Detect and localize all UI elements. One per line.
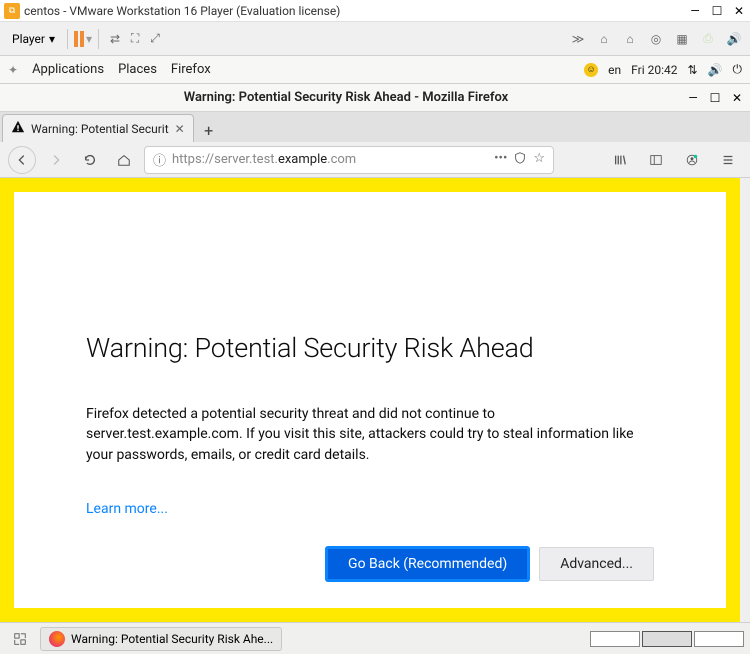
maximize-button[interactable]: ☐: [710, 4, 724, 18]
activities-icon[interactable]: ✦: [8, 63, 18, 77]
places-menu[interactable]: Places: [118, 62, 157, 77]
url-text: https://server.test.example.com: [172, 152, 488, 167]
active-app[interactable]: Firefox: [171, 62, 211, 77]
taskbar-window-label: Warning: Potential Security Risk Ahe...: [71, 632, 273, 646]
vmware-toolbar: Player ▾ ▾ ⇄ ⛶ ⤢ ≫ ⌂ ⌂ ◎ ▦ ⎙ 🔊: [0, 22, 750, 56]
library-icon[interactable]: [606, 146, 634, 174]
unity-icon[interactable]: ⤢: [145, 29, 165, 49]
usb-icon[interactable]: ▦: [672, 29, 692, 49]
close-button[interactable]: ✕: [732, 4, 746, 18]
gnome-top-panel: ✦ Applications Places Firefox ☺ en Fri 2…: [0, 56, 750, 84]
account-icon[interactable]: [678, 146, 706, 174]
menu-button[interactable]: [714, 146, 742, 174]
sound-icon[interactable]: 🔊: [724, 29, 744, 49]
player-label: Player: [12, 32, 45, 46]
fullscreen-icon[interactable]: ⛶: [125, 29, 145, 49]
browser-tab[interactable]: Warning: Potential Securit ✕: [2, 114, 194, 142]
player-menu[interactable]: Player ▾: [6, 30, 61, 48]
cd-icon[interactable]: ⌂: [620, 29, 640, 49]
advanced-button[interactable]: Advanced...: [539, 547, 654, 581]
site-info-icon[interactable]: ⓘ: [153, 150, 166, 169]
firefox-window-title: Warning: Potential Security Risk Ahead -…: [6, 90, 686, 105]
url-bar[interactable]: ⓘ https://server.test.example.com ••• ☆: [144, 146, 554, 174]
applications-menu[interactable]: Applications: [32, 62, 104, 77]
pause-button[interactable]: [74, 31, 84, 47]
printer-icon[interactable]: ⎙: [698, 29, 718, 49]
network-icon[interactable]: ◎: [646, 29, 666, 49]
warning-body: Firefox detected a potential security th…: [86, 404, 654, 465]
tracking-icon[interactable]: [513, 151, 527, 169]
warning-heading: Warning: Potential Security Risk Ahead: [86, 332, 654, 364]
reload-button[interactable]: [76, 146, 104, 174]
bookmark-icon[interactable]: ☆: [533, 151, 545, 169]
tab-title: Warning: Potential Securit: [31, 122, 169, 136]
forward-button: [42, 146, 70, 174]
vmware-title-bar: ⧉ centos - VMware Workstation 16 Player …: [0, 0, 750, 22]
close-tab-icon[interactable]: ✕: [175, 122, 185, 136]
devices-icon[interactable]: ≫: [568, 29, 588, 49]
workspace-1[interactable]: [590, 631, 640, 647]
maximize-button[interactable]: ☐: [708, 91, 722, 105]
minimize-button[interactable]: —: [688, 4, 702, 18]
workspace-3[interactable]: [694, 631, 744, 647]
send-cad-icon[interactable]: ⇄: [105, 29, 125, 49]
home-button[interactable]: [110, 146, 138, 174]
show-desktop-icon[interactable]: [6, 625, 34, 653]
emoji-icon[interactable]: ☺: [584, 63, 598, 77]
power-icon[interactable]: ⏻: [733, 62, 743, 77]
chevron-down-icon: ▾: [49, 32, 55, 46]
network-status-icon[interactable]: ⇅: [687, 63, 697, 77]
firefox-nav-bar: ⓘ https://server.test.example.com ••• ☆: [0, 142, 750, 178]
minimize-button[interactable]: —: [686, 91, 700, 105]
new-tab-button[interactable]: +: [194, 118, 224, 142]
sidebar-icon[interactable]: [642, 146, 670, 174]
page-actions-icon[interactable]: •••: [494, 151, 507, 169]
learn-more-link[interactable]: Learn more...: [86, 501, 168, 517]
language-indicator[interactable]: en: [608, 63, 621, 77]
taskbar-window[interactable]: Warning: Potential Security Risk Ahe...: [40, 627, 282, 651]
clock[interactable]: Fri 20:42: [631, 63, 677, 77]
workspace-2[interactable]: [642, 631, 692, 647]
chevron-down-icon[interactable]: ▾: [86, 32, 92, 46]
disk-icon[interactable]: ⌂: [594, 29, 614, 49]
scrollbar[interactable]: [740, 178, 750, 622]
warning-icon: [11, 120, 25, 137]
page-content: Warning: Potential Security Risk Ahead F…: [0, 178, 740, 622]
back-button[interactable]: [8, 146, 36, 174]
go-back-button[interactable]: Go Back (Recommended): [326, 547, 529, 581]
firefox-title-bar: Warning: Potential Security Risk Ahead -…: [0, 84, 750, 112]
workspace-switcher[interactable]: [590, 631, 744, 647]
firefox-tab-bar: Warning: Potential Securit ✕ +: [0, 112, 750, 142]
firefox-icon: [49, 631, 65, 647]
volume-icon[interactable]: 🔊: [708, 63, 723, 77]
vmware-title: centos - VMware Workstation 16 Player (E…: [24, 4, 340, 18]
gnome-taskbar: Warning: Potential Security Risk Ahe...: [0, 622, 750, 654]
vmware-icon: ⧉: [4, 3, 20, 19]
close-button[interactable]: ✕: [730, 91, 744, 105]
